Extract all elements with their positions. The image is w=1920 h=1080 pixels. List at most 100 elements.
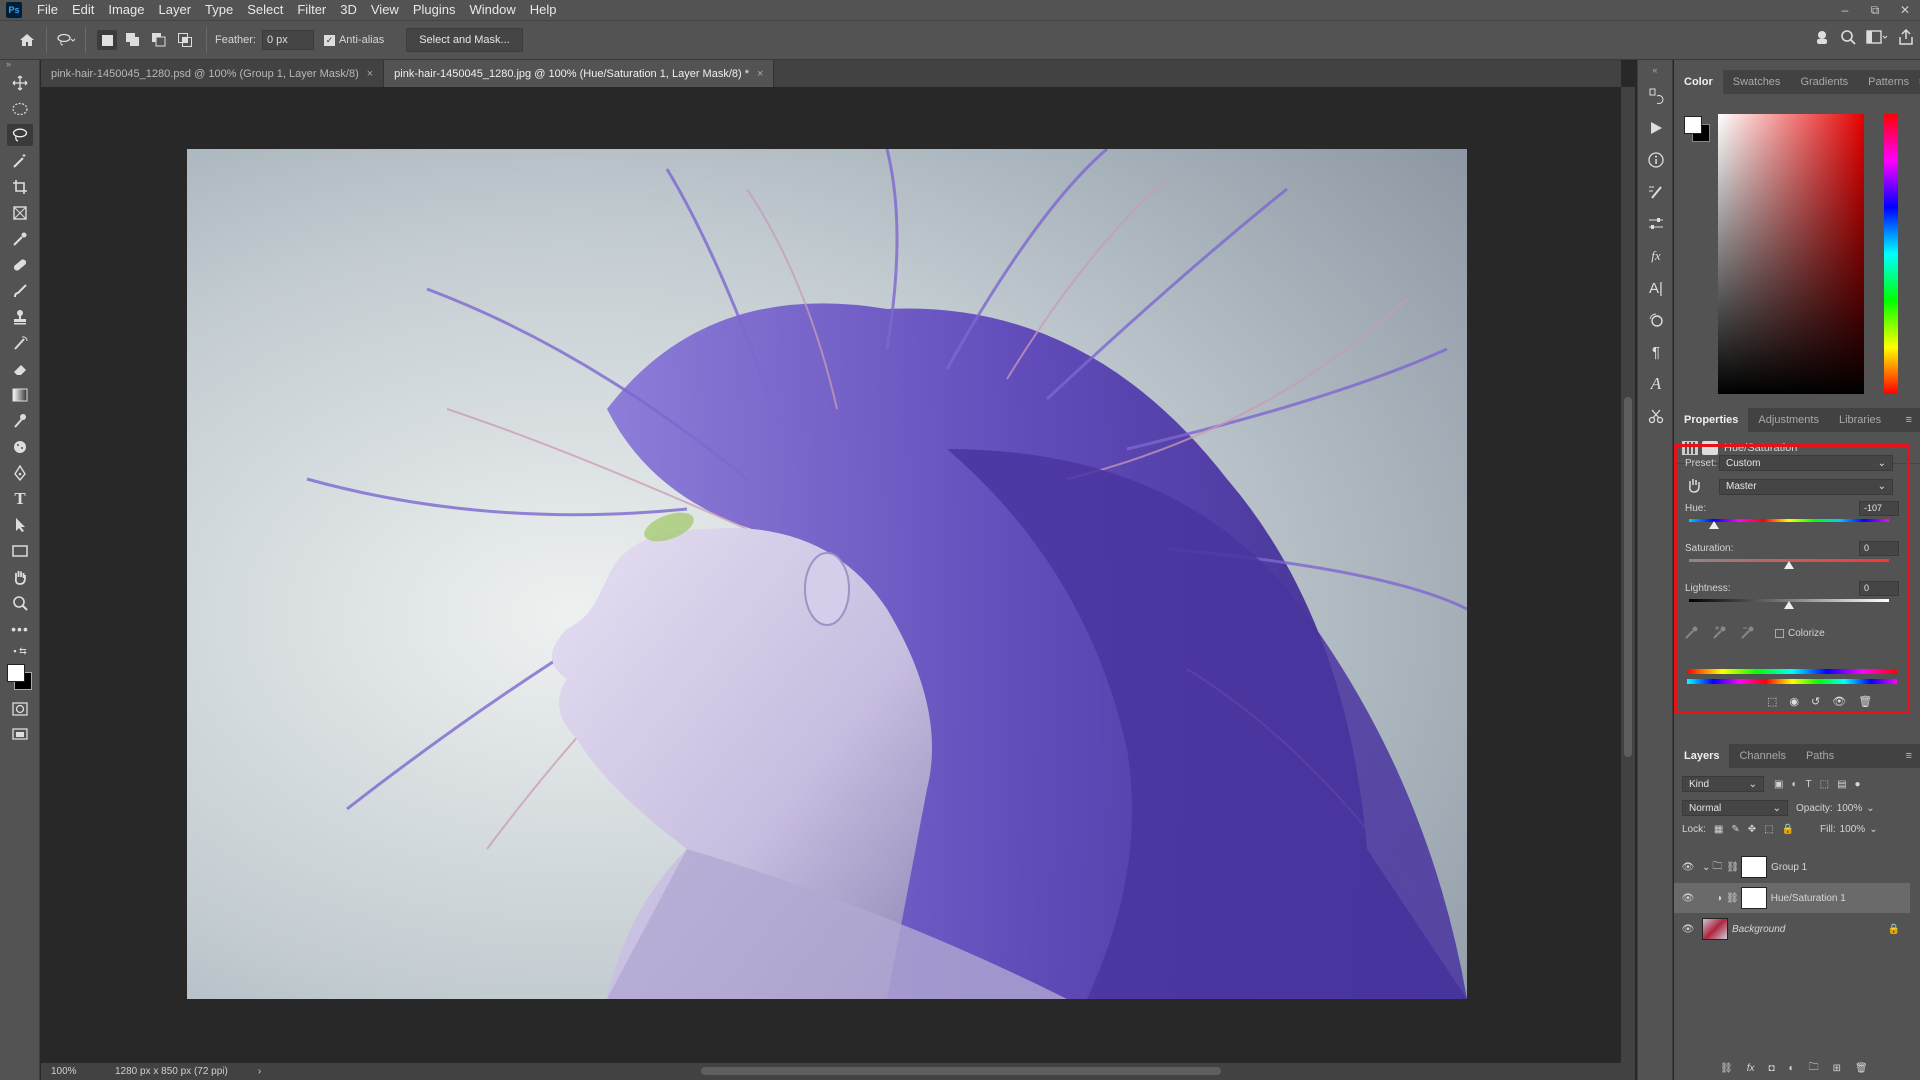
menu-image[interactable]: Image [101, 0, 151, 20]
styles-fx-icon[interactable]: fx [1638, 240, 1674, 272]
workspace-icon[interactable] [1866, 29, 1888, 48]
filter-pixel-icon[interactable]: ▣ [1774, 779, 1783, 790]
actions-icon[interactable] [1638, 112, 1674, 144]
tab-psd-document[interactable]: pink-hair-1450045_1280.psd @ 100% (Group… [41, 60, 385, 87]
foreground-color-swatch[interactable] [7, 664, 25, 682]
path-selection-tool[interactable] [0, 512, 40, 538]
horizontal-scroll-thumb[interactable] [701, 1067, 1221, 1075]
menu-plugins[interactable]: Plugins [406, 0, 463, 20]
lock-artboard-icon[interactable]: ⬚ [1764, 824, 1773, 835]
on-image-adjust-icon[interactable] [1685, 477, 1719, 496]
edit-toolbar[interactable]: ••• [0, 616, 40, 642]
chevron-down-icon[interactable]: ⌄ [1866, 803, 1874, 814]
menu-help[interactable]: Help [523, 0, 564, 20]
eye-icon[interactable]: 👁 [1674, 893, 1702, 904]
menu-3d[interactable]: 3D [333, 0, 364, 20]
layer-row-hue-saturation[interactable]: 👁 ◑ ⛓ Hue/Saturation 1 [1674, 883, 1910, 913]
restore-icon[interactable]: ⧉ [1860, 0, 1890, 20]
clone-stamp-tool[interactable] [0, 304, 40, 330]
opacity-value[interactable]: 100% [1837, 803, 1863, 814]
smudge-tool[interactable] [0, 408, 40, 434]
delete-layer-icon[interactable]: 🗑 [1855, 1063, 1868, 1074]
minimize-icon[interactable]: – [1830, 0, 1860, 20]
hue-slider-strip[interactable] [1884, 114, 1898, 394]
default-colors[interactable]: ▪ ⇆ [0, 642, 40, 660]
fill-value[interactable]: 100% [1840, 824, 1866, 835]
magic-wand-tool[interactable] [0, 148, 40, 174]
saturation-value-input[interactable]: 0 [1859, 541, 1899, 556]
link-layers-icon[interactable]: ⛓ [1720, 1063, 1733, 1074]
eyedropper-tool[interactable] [0, 226, 40, 252]
view-previous-icon[interactable]: ◉ [1789, 695, 1799, 708]
gradient-tool[interactable] [0, 382, 40, 408]
reset-icon[interactable]: ↺ [1811, 695, 1820, 708]
layer-row-background[interactable]: 👁 Background 🔒 [1674, 914, 1910, 944]
lightness-value-input[interactable]: 0 [1859, 581, 1899, 596]
move-tool[interactable] [0, 70, 40, 96]
filter-adjustment-icon[interactable]: ◐ [1791, 779, 1797, 790]
clip-to-layer-icon[interactable]: ⬚ [1767, 695, 1777, 708]
collapse-toolbar-icon[interactable]: » [0, 60, 39, 70]
shapes-icon[interactable] [1638, 304, 1674, 336]
color-picker-field[interactable] [1718, 114, 1864, 394]
search-icon[interactable] [1840, 29, 1856, 48]
preset-dropdown[interactable]: Custom ⌄ [1719, 455, 1893, 471]
lasso-tool[interactable] [0, 122, 40, 148]
tab-properties[interactable]: Properties [1674, 408, 1749, 432]
tab-channels[interactable]: Channels [1729, 744, 1795, 768]
layer-thumbnail[interactable] [1702, 918, 1728, 940]
type-tool[interactable]: T [0, 486, 40, 512]
new-adjustment-icon[interactable]: ◐ [1789, 1063, 1795, 1074]
feather-input[interactable] [261, 30, 314, 50]
eraser-tool[interactable] [0, 356, 40, 382]
colorize-checkbox[interactable] [1775, 629, 1784, 638]
link-icon[interactable]: ⛓ [1726, 893, 1739, 904]
add-selection-icon[interactable] [123, 30, 143, 50]
filter-shape-icon[interactable]: ⬚ [1820, 779, 1829, 790]
eyedropper-plus-icon[interactable] [1713, 625, 1727, 642]
eyedropper-minus-icon[interactable] [1741, 625, 1755, 642]
filter-type-icon[interactable]: T [1806, 779, 1812, 790]
marquee-tool[interactable] [0, 96, 40, 122]
menu-file[interactable]: File [30, 0, 65, 20]
lock-position-icon[interactable]: ✥ [1748, 824, 1756, 835]
fg-bg-colors[interactable] [0, 660, 39, 696]
menu-layer[interactable]: Layer [152, 0, 199, 20]
lock-all-icon[interactable]: 🔒 [1782, 824, 1794, 835]
lightness-slider-thumb[interactable] [1784, 601, 1794, 609]
eye-icon[interactable]: 👁 [1674, 924, 1702, 935]
menu-view[interactable]: View [364, 0, 406, 20]
filter-toggle-icon[interactable]: ● [1855, 779, 1861, 790]
layer-mask-thumbnail[interactable] [1740, 887, 1767, 909]
user-icon[interactable] [1814, 29, 1830, 48]
document-image[interactable] [187, 149, 1467, 999]
share-icon[interactable] [1898, 28, 1914, 48]
tab-patterns[interactable]: Patterns [1858, 70, 1919, 94]
blend-mode-dropdown[interactable]: Normal ⌄ [1682, 800, 1788, 816]
home-icon[interactable] [16, 29, 38, 51]
quick-mask-button[interactable] [0, 696, 40, 722]
panel-menu-icon[interactable]: ≡ [1906, 750, 1912, 762]
add-mask-icon[interactable]: ◘ [1768, 1063, 1774, 1074]
menu-edit[interactable]: Edit [65, 0, 101, 20]
new-selection-icon[interactable] [97, 30, 117, 50]
healing-brush-tool[interactable] [0, 252, 40, 278]
menu-type[interactable]: Type [198, 0, 240, 20]
chevron-down-icon[interactable]: ⌄ [1869, 824, 1877, 835]
tab-gradients[interactable]: Gradients [1790, 70, 1858, 94]
hue-value-input[interactable]: -107 [1859, 501, 1899, 516]
layer-mask-thumbnail[interactable] [1741, 856, 1768, 878]
paragraph-icon[interactable]: ¶ [1638, 336, 1674, 368]
adjust-sliders-icon[interactable] [1638, 208, 1674, 240]
screen-mode-button[interactable] [0, 722, 40, 748]
layer-row-group-1[interactable]: 👁 ⌄ 🗀 ⛓ Group 1 [1674, 852, 1910, 882]
character-icon[interactable]: A| [1638, 272, 1674, 304]
intersect-selection-icon[interactable] [175, 30, 195, 50]
foreground-color-swatch[interactable] [1684, 116, 1702, 134]
eye-icon[interactable]: 👁 [1674, 862, 1702, 873]
menu-filter[interactable]: Filter [290, 0, 333, 20]
vertical-scrollbar[interactable] [1621, 87, 1635, 1063]
new-layer-icon[interactable]: ⊞ [1833, 1063, 1841, 1074]
hue-slider-thumb[interactable] [1709, 521, 1719, 529]
close-tab-icon[interactable]: × [757, 68, 763, 80]
